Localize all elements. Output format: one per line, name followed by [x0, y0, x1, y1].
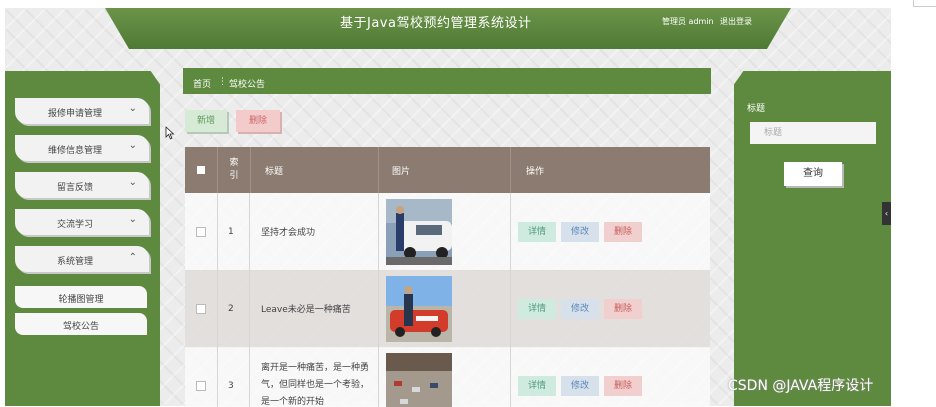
- watermark: CSDN @JAVA程序设计: [728, 375, 873, 395]
- man-by-car-photo: [386, 276, 452, 342]
- current-user: 管理员 admin: [662, 16, 714, 27]
- row-checkbox[interactable]: [196, 304, 206, 314]
- detail-button[interactable]: 详情: [518, 222, 556, 242]
- table-header: 索引 标题 图片 操作: [185, 147, 710, 193]
- bulk-delete-button[interactable]: 删除: [236, 110, 280, 132]
- sidebar-item-label: 维修信息管理: [15, 143, 135, 156]
- column-header-actions-label: 操作: [526, 164, 544, 177]
- chevron-down-icon: ⌄: [129, 103, 137, 114]
- column-header-index: 索引: [218, 147, 251, 193]
- edit-button[interactable]: 修改: [561, 376, 599, 396]
- table-row: 3 离开是一种痛苦，是一种勇气，但同样也是一个考验，是一个新的开始 详情 修改 …: [185, 347, 710, 407]
- detail-button[interactable]: 详情: [518, 376, 556, 396]
- sidebar-item-repair-info[interactable]: 维修信息管理 ⌄: [15, 135, 149, 161]
- select-all-checkbox[interactable]: [197, 166, 205, 174]
- row-title: 坚持才会成功: [251, 193, 379, 270]
- mouse-cursor-icon: [165, 126, 175, 140]
- column-header-image: 图片: [380, 147, 511, 193]
- breadcrumb-separator: ⋮: [218, 77, 227, 87]
- corner-frame: [913, 0, 936, 7]
- row-image-cell: [380, 270, 511, 347]
- sidebar-item-system[interactable]: 系统管理 ⌃: [15, 246, 149, 272]
- sidebar-item-label: 交流学习: [15, 217, 135, 230]
- delete-button[interactable]: 删除: [604, 222, 642, 242]
- row-actions: 详情 修改 删除: [512, 193, 710, 270]
- column-header-image-label: 图片: [392, 164, 410, 177]
- chevron-down-icon: ⌄: [129, 140, 137, 151]
- chevron-down-icon: ⌄: [129, 214, 137, 225]
- collapse-panel-icon[interactable]: ‹: [882, 202, 891, 225]
- sidebar-item-feedback[interactable]: 留言反馈 ⌄: [15, 172, 149, 198]
- row-index: 1: [218, 193, 250, 270]
- table-row: 1 坚持才会成功 详情 修改 删除: [185, 193, 710, 271]
- sidebar-subitem-carousel[interactable]: 轮播图管理: [15, 286, 147, 308]
- edit-button[interactable]: 修改: [561, 299, 599, 319]
- select-all-cell: [185, 147, 218, 193]
- breadcrumb: 首页 ⋮ 驾校公告: [183, 68, 711, 94]
- sidebar-item-repair-request[interactable]: 报修申请管理 ⌄: [15, 98, 149, 124]
- edit-button[interactable]: 修改: [561, 222, 599, 242]
- sidebar-item-label: 报修申请管理: [15, 106, 135, 119]
- search-button[interactable]: 查询: [784, 162, 842, 186]
- row-index: 3: [218, 347, 250, 407]
- row-image: [386, 353, 452, 407]
- table-row: 2 Leave未必是一种痛苦 详情 修改 删除: [185, 270, 710, 348]
- row-actions: 详情 修改 删除: [512, 270, 710, 347]
- delete-button[interactable]: 删除: [604, 299, 642, 319]
- row-select-cell: [185, 270, 218, 347]
- announcement-table: 索引 标题 图片 操作 1 坚持才会成功: [185, 147, 710, 407]
- row-actions: 详情 修改 删除: [512, 347, 710, 407]
- sidebar-item-learning[interactable]: 交流学习 ⌄: [15, 209, 149, 235]
- column-header-title: 标题: [251, 147, 379, 193]
- delete-button[interactable]: 删除: [604, 376, 642, 396]
- search-title-label: 标题: [747, 101, 765, 114]
- row-image-cell: [380, 193, 511, 270]
- sidebar-subitem-label: 驾校公告: [15, 319, 147, 332]
- row-title: 离开是一种痛苦，是一种勇气，但同样也是一个考验，是一个新的开始: [251, 347, 379, 407]
- breadcrumb-current: 驾校公告: [229, 77, 265, 90]
- breadcrumb-home[interactable]: 首页: [193, 77, 211, 90]
- column-header-title-label: 标题: [265, 164, 283, 177]
- sidebar-item-label: 留言反馈: [15, 180, 135, 193]
- row-checkbox[interactable]: [196, 381, 206, 391]
- row-select-cell: [185, 347, 218, 407]
- detail-button[interactable]: 详情: [518, 299, 556, 319]
- row-image: [386, 199, 452, 265]
- row-checkbox[interactable]: [196, 227, 206, 237]
- row-index: 2: [218, 270, 250, 347]
- add-button[interactable]: 新增: [185, 110, 227, 132]
- sidebar-subitem-announcements[interactable]: 驾校公告: [15, 313, 147, 335]
- search-title-input[interactable]: [750, 122, 876, 144]
- column-header-actions: 操作: [512, 147, 710, 193]
- row-title-text: 离开是一种痛苦，是一种勇气，但同样也是一个考验，是一个新的开始: [261, 360, 370, 407]
- parking-lot-photo: [386, 353, 452, 407]
- page-title: 基于Java驾校预约管理系统设计: [340, 12, 531, 31]
- sidebar-item-label: 系统管理: [15, 254, 135, 267]
- sidebar-subitem-label: 轮播图管理: [15, 292, 147, 305]
- row-title: Leave未必是一种痛苦: [251, 270, 379, 347]
- row-select-cell: [185, 193, 218, 270]
- row-image-cell: [380, 347, 511, 407]
- column-header-index-label: 索引: [227, 157, 241, 183]
- instructor-car-photo: [386, 199, 452, 265]
- chevron-up-icon: ⌃: [129, 252, 137, 263]
- row-image: [386, 276, 452, 342]
- chevron-down-icon: ⌄: [129, 177, 137, 188]
- logout-link[interactable]: 退出登录: [720, 16, 752, 27]
